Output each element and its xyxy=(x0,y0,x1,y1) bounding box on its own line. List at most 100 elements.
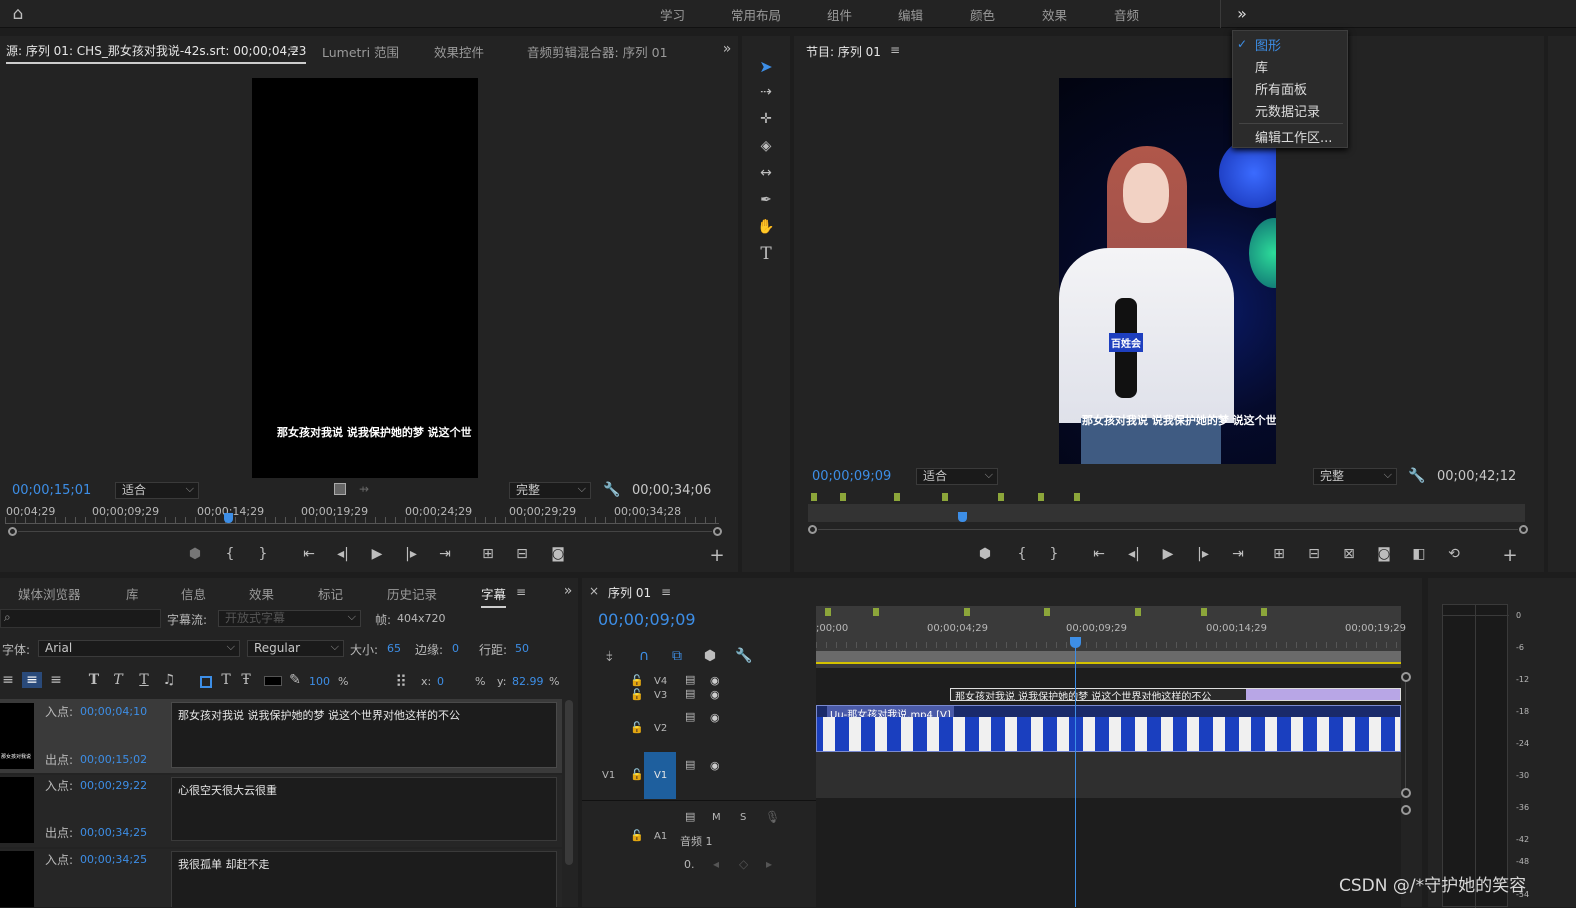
workspace-more-button[interactable]: » xyxy=(1232,3,1252,23)
mark-in-icon[interactable]: { xyxy=(223,545,237,563)
next-keyframe-icon[interactable]: ▸ xyxy=(766,857,772,871)
insert-nest-icon[interactable]: ⤈ xyxy=(600,648,618,664)
add-button-icon[interactable]: + xyxy=(708,545,726,566)
playhead[interactable] xyxy=(1070,637,1081,648)
menu-icon[interactable]: ≡ xyxy=(890,43,900,57)
marker[interactable] xyxy=(1044,608,1050,616)
sync-lock-icon[interactable]: ▤ xyxy=(685,710,695,723)
source-zoom-bar[interactable] xyxy=(8,527,722,536)
keyframe-icon[interactable]: ◇ xyxy=(739,857,748,871)
marker[interactable] xyxy=(964,608,970,616)
step-back-icon[interactable]: ◂| xyxy=(334,545,352,563)
tab-history[interactable]: 历史记录 xyxy=(387,584,437,603)
marker[interactable] xyxy=(1135,608,1141,616)
lift-icon[interactable]: ⊞ xyxy=(1270,545,1288,563)
background-box-icon[interactable] xyxy=(200,676,212,688)
loop-icon[interactable]: ⟲ xyxy=(1445,545,1463,563)
zoom-handle-right[interactable] xyxy=(1519,525,1528,534)
mark-out-icon[interactable]: } xyxy=(1047,545,1061,563)
track-select-tool-icon[interactable]: ⇢ xyxy=(756,82,776,102)
microphone-icon[interactable]: 🎙 xyxy=(765,810,780,824)
eye-icon[interactable]: ◉ xyxy=(710,674,720,687)
dropdown-item-metadata[interactable]: 元数据记录 xyxy=(1255,101,1320,120)
dropdown-item-graphics[interactable]: 图形 xyxy=(1255,35,1281,54)
scroll-handle[interactable] xyxy=(1401,788,1411,798)
bold-icon[interactable]: T xyxy=(86,672,102,688)
tab-effects[interactable]: 效果 xyxy=(249,584,274,603)
slip-tool-icon[interactable]: ↔ xyxy=(756,163,776,183)
timeline-timecode[interactable]: 00;00;09;09 xyxy=(598,610,696,629)
extract-icon[interactable]: ⊟ xyxy=(1305,545,1323,563)
tab-captions[interactable]: 字幕 xyxy=(481,584,507,608)
align-right-icon[interactable]: ≡ xyxy=(48,672,64,688)
caption-text-field[interactable]: 我很孤单 却赶不走 xyxy=(171,851,557,907)
go-to-in-icon[interactable]: ⇤ xyxy=(300,545,318,563)
tab-effect-controls[interactable]: 效果控件 xyxy=(434,42,484,61)
scroll-handle[interactable] xyxy=(1401,805,1411,815)
mark-in-icon[interactable]: { xyxy=(1015,545,1029,563)
close-icon[interactable]: × xyxy=(588,584,600,598)
eyedropper-icon[interactable]: ✎ xyxy=(287,672,303,688)
work-area-bar[interactable] xyxy=(816,651,1401,664)
tab-markers[interactable]: 标记 xyxy=(318,584,343,603)
step-forward-icon[interactable]: |▸ xyxy=(1194,545,1212,563)
program-zoom-bar[interactable] xyxy=(808,525,1530,535)
compare-icon[interactable]: ◧ xyxy=(1410,545,1428,563)
lock-icon[interactable]: 🔓 xyxy=(630,829,644,842)
lock-icon[interactable]: 🔓 xyxy=(630,688,644,701)
lock-icon[interactable]: 🔓 xyxy=(630,768,644,781)
caption-text-field[interactable]: 那女孩对我说 说我保护她的梦 说这个世界对他这样的不公 xyxy=(171,702,557,768)
panel-more-button[interactable]: » xyxy=(719,41,735,57)
tab-media-browser[interactable]: 媒体浏览器 xyxy=(18,584,81,603)
dropdown-item-all-panels[interactable]: 所有面板 xyxy=(1255,79,1307,98)
menu-icon[interactable]: ≡ xyxy=(289,42,299,56)
source-quality-select[interactable]: 完整 xyxy=(509,481,591,499)
marker[interactable] xyxy=(1261,608,1267,616)
settings-wrench-icon[interactable]: 🔧 xyxy=(735,648,752,664)
music-note-icon[interactable]: ♫ xyxy=(161,672,177,688)
playhead[interactable] xyxy=(224,513,233,523)
video-clip[interactable]: Uu-那女孩对我说.mp4 [V] xyxy=(816,705,1401,752)
menu-icon[interactable]: ≡ xyxy=(661,585,671,599)
source-patch-v1[interactable]: V1 xyxy=(602,770,615,781)
marker[interactable] xyxy=(942,493,948,501)
wrench-icon[interactable]: 🔧 xyxy=(603,482,620,498)
program-ruler[interactable] xyxy=(808,490,1525,525)
dropdown-item-edit-workspaces[interactable]: 编辑工作区... xyxy=(1255,127,1332,146)
workspace-color[interactable]: 颜色 xyxy=(970,5,995,24)
font-select[interactable]: Arial xyxy=(38,639,240,657)
step-forward-icon[interactable]: |▸ xyxy=(402,545,420,563)
caption-item[interactable]: 那女孩对我说 入点: 00;00;04;10 出点: 00;00;15;02 那… xyxy=(0,699,562,773)
marker[interactable] xyxy=(811,493,817,501)
zoom-handle-left[interactable] xyxy=(8,527,17,536)
sequence-tab[interactable]: 序列 01 xyxy=(608,584,651,601)
sync-lock-icon[interactable]: ▤ xyxy=(685,758,695,771)
timeline-ruler[interactable]: ;00;00 00;00;04;29 00;00;09;29 00;00;14;… xyxy=(816,606,1406,668)
lock-icon[interactable]: 🔓 xyxy=(630,674,644,687)
overwrite-icon[interactable]: ⊟ xyxy=(513,545,531,563)
caption-text-field[interactable]: 心很空天很大云很重 xyxy=(171,777,557,841)
marker[interactable] xyxy=(998,493,1004,501)
eye-icon[interactable]: ◉ xyxy=(710,688,720,701)
font-style-select[interactable]: Regular xyxy=(247,639,344,657)
in-timecode[interactable]: 00;00;29;22 xyxy=(80,779,147,792)
zoom-handle-left[interactable] xyxy=(808,525,817,534)
marker[interactable] xyxy=(840,493,846,501)
go-to-in-icon[interactable]: ⇤ xyxy=(1090,545,1108,563)
line-spacing-value[interactable]: 50 xyxy=(515,642,529,655)
export-frame-icon[interactable]: ◙ xyxy=(1375,545,1393,563)
tab-lumetri[interactable]: Lumetri 范围 xyxy=(322,42,399,61)
underline-icon[interactable]: T xyxy=(136,672,152,688)
hand-tool-icon[interactable]: ✋ xyxy=(756,217,776,237)
tab-source[interactable]: 源: 序列 01: CHS_那女孩对我说-42s.srt: 00;00;04;2… xyxy=(6,42,307,64)
wrench-icon[interactable]: 🔧 xyxy=(1408,468,1425,484)
program-fit-select[interactable]: 适合 xyxy=(916,467,998,485)
caption-item[interactable]: 入点: 00;00;34;25 我很孤单 却赶不走 xyxy=(0,849,562,907)
safe-margins-icon[interactable] xyxy=(334,483,346,495)
align-center-icon[interactable]: ≡ xyxy=(22,672,42,688)
tab-info[interactable]: 信息 xyxy=(181,584,206,603)
in-timecode[interactable]: 00;00;04;10 xyxy=(80,705,147,718)
in-timecode[interactable]: 00;00;34;25 xyxy=(80,853,147,866)
play-icon[interactable]: ▶ xyxy=(1159,545,1177,563)
marker[interactable] xyxy=(873,608,879,616)
